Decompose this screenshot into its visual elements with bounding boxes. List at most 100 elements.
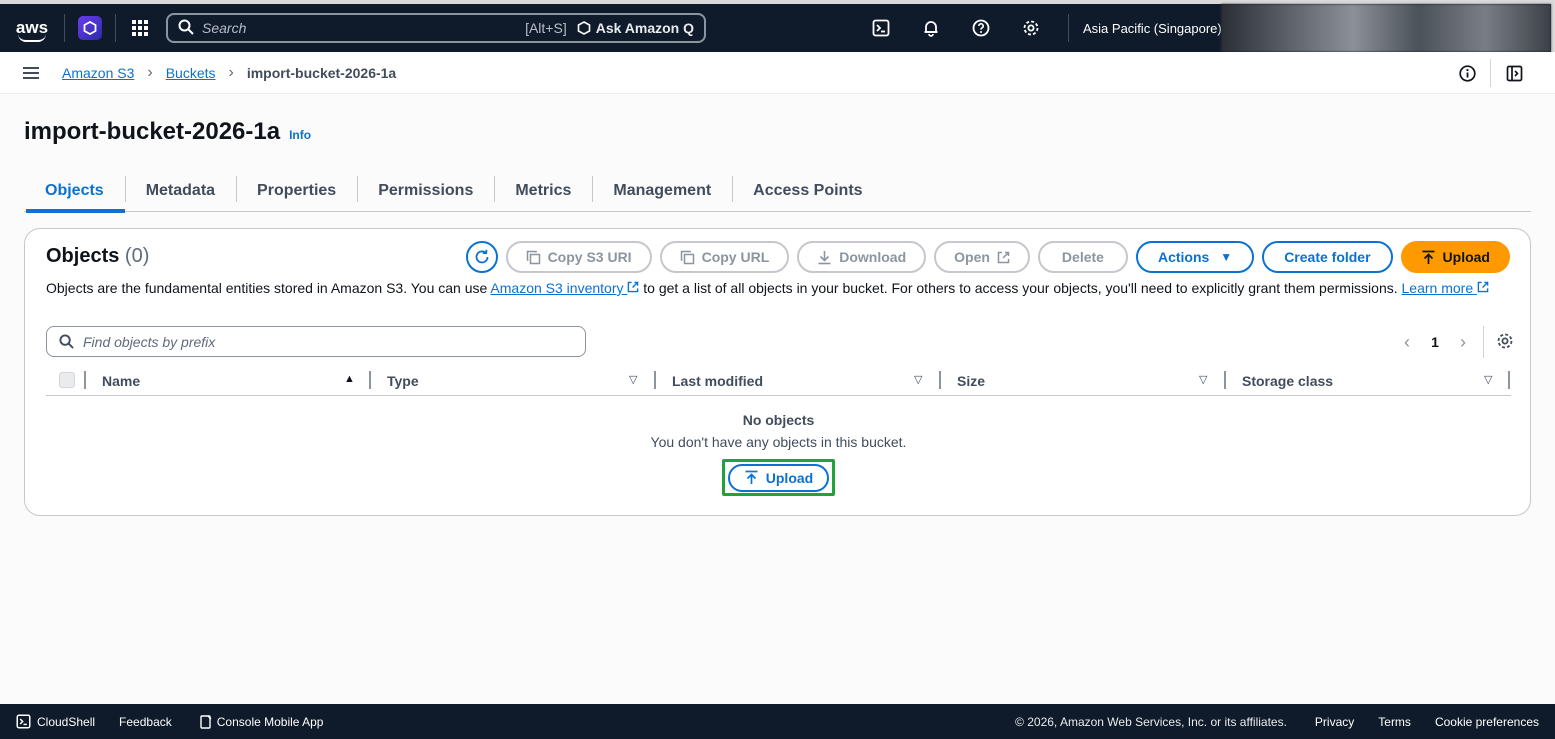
sort-icon[interactable]: ▽ — [629, 373, 637, 386]
menu-hamburger-icon[interactable] — [0, 66, 62, 80]
empty-upload-label: Upload — [765, 469, 814, 486]
tab-metadata[interactable]: Metadata — [124, 170, 236, 212]
column-size[interactable]: Size — [957, 367, 985, 395]
open-button[interactable]: Open — [934, 241, 1030, 273]
search-icon — [178, 19, 194, 38]
refresh-button[interactable] — [465, 241, 498, 273]
copyright-text: © 2026, Amazon Web Services, Inc. or its… — [1015, 714, 1287, 729]
mobile-app-icon — [200, 714, 212, 729]
aws-logo[interactable]: aws — [0, 4, 64, 52]
cloudshell-label: CloudShell — [37, 714, 96, 729]
page-title: import-bucket-2026-1a Info — [24, 118, 311, 146]
chevron-right-icon: › — [228, 63, 234, 81]
services-grid-icon[interactable] — [116, 4, 164, 52]
empty-upload-highlight: Upload — [722, 459, 835, 496]
actions-label: Actions — [1157, 249, 1210, 265]
help-icon[interactable] — [956, 4, 1006, 52]
search-icon — [59, 334, 74, 349]
select-all-checkbox[interactable] — [59, 372, 75, 388]
filter-placeholder: Find objects by prefix — [83, 333, 216, 350]
region-selector[interactable]: Asia Pacific (Singapore) ▼ — [1068, 14, 1241, 42]
search-shortcut: [Alt+S] — [525, 20, 567, 36]
chevron-right-icon[interactable]: › — [1449, 332, 1477, 353]
empty-title: No objects — [742, 412, 815, 428]
tab-access-points[interactable]: Access Points — [732, 170, 883, 212]
upload-icon — [1422, 250, 1435, 264]
learn-more-link[interactable]: Learn more — [1402, 280, 1489, 296]
sort-icon[interactable]: ▽ — [914, 373, 922, 386]
tab-properties[interactable]: Properties — [236, 170, 357, 212]
objects-table-header: Name ▲ Type ▽ Last modified ▽ Size ▽ Sto… — [46, 367, 1511, 396]
copy-s3-uri-label: Copy S3 URI — [547, 249, 632, 265]
delete-label: Delete — [1061, 249, 1104, 265]
page-number[interactable]: 1 — [1421, 334, 1449, 350]
privacy-link[interactable]: Privacy — [1315, 715, 1354, 729]
actions-dropdown-button[interactable]: Actions ▼ — [1135, 241, 1255, 273]
create-folder-label: Create folder — [1284, 249, 1371, 265]
sort-icon[interactable]: ▽ — [1199, 373, 1207, 386]
global-search-input[interactable]: Search [Alt+S] Ask Amazon Q — [166, 13, 706, 43]
settings-gear-icon[interactable] — [1006, 4, 1056, 52]
chevron-left-icon[interactable]: ‹ — [1393, 332, 1421, 353]
breadcrumb-amazon-s3[interactable]: Amazon S3 — [62, 65, 134, 81]
ask-amazon-q-label: Ask Amazon Q — [595, 20, 694, 36]
info-link[interactable]: Info — [289, 128, 311, 142]
delete-button[interactable]: Delete — [1037, 241, 1128, 273]
info-panel-icon[interactable] — [1444, 52, 1490, 94]
side-panel-icon[interactable] — [1491, 52, 1537, 94]
column-name[interactable]: Name — [102, 367, 140, 395]
cloudshell-footer-button[interactable]: CloudShell — [16, 714, 95, 729]
tab-metrics[interactable]: Metrics — [494, 170, 592, 212]
create-folder-button[interactable]: Create folder — [1262, 241, 1393, 273]
tab-management[interactable]: Management — [592, 170, 732, 212]
preferences-gear-icon[interactable] — [1496, 332, 1514, 353]
cloudshell-icon[interactable] — [856, 4, 906, 52]
refresh-icon — [475, 249, 488, 264]
upload-button[interactable]: Upload — [1400, 241, 1510, 273]
mobile-app-label: Console Mobile App — [216, 714, 324, 729]
external-link-icon — [997, 251, 1010, 263]
column-type[interactable]: Type — [387, 367, 419, 395]
feedback-link[interactable]: Feedback — [119, 715, 172, 729]
empty-upload-button[interactable]: Upload — [727, 463, 830, 492]
copy-url-button[interactable]: Copy URL — [659, 241, 790, 273]
objects-container: Objects (0) Copy S3 URI Copy URL Downloa… — [24, 228, 1531, 516]
amazon-s3-inventory-link[interactable]: Amazon S3 inventory — [490, 280, 639, 296]
terms-link[interactable]: Terms — [1378, 715, 1411, 729]
amazon-q-app-icon[interactable] — [65, 4, 115, 52]
copy-s3-uri-button[interactable]: Copy S3 URI — [505, 241, 652, 273]
sort-icon[interactable]: ▽ — [1484, 373, 1492, 386]
objects-title: Objects — [46, 245, 120, 267]
find-objects-input[interactable]: Find objects by prefix — [46, 326, 586, 357]
copy-icon — [680, 250, 694, 264]
description-text-2: to get a list of all objects in your buc… — [639, 280, 1402, 296]
account-menu-redacted[interactable] — [1221, 4, 1551, 52]
objects-description: Objects are the fundamental entities sto… — [46, 278, 1496, 299]
empty-message: You don't have any objects in this bucke… — [650, 434, 907, 450]
footer: CloudShell Feedback Console Mobile App ©… — [0, 704, 1555, 739]
region-label: Asia Pacific (Singapore) — [1083, 20, 1222, 36]
open-label: Open — [954, 249, 990, 265]
amazon-q-icon — [577, 21, 591, 35]
column-last-modified[interactable]: Last modified — [672, 367, 763, 395]
cookie-preferences-link[interactable]: Cookie preferences — [1435, 715, 1539, 729]
cloudshell-icon — [16, 714, 31, 729]
empty-state: No objects You don't have any objects in… — [25, 412, 1532, 450]
console-mobile-app-link[interactable]: Console Mobile App — [200, 714, 324, 729]
notifications-bell-icon[interactable] — [906, 4, 956, 52]
copy-url-label: Copy URL — [701, 249, 770, 265]
breadcrumb-buckets[interactable]: Buckets — [166, 65, 216, 81]
column-storage-class[interactable]: Storage class — [1242, 367, 1333, 395]
tab-permissions[interactable]: Permissions — [357, 170, 494, 212]
chevron-right-icon: › — [147, 63, 153, 81]
download-button[interactable]: Download — [797, 241, 927, 273]
ask-amazon-q-button[interactable]: Ask Amazon Q — [577, 20, 694, 36]
download-icon — [818, 250, 831, 264]
bucket-tabs: Objects Metadata Properties Permissions … — [24, 170, 1531, 213]
sort-ascending-icon[interactable]: ▲ — [344, 373, 355, 385]
top-navigation: aws Search [Alt+S] Ask Amazon Q Asia Pac… — [0, 0, 1555, 52]
tab-objects[interactable]: Objects — [24, 170, 125, 213]
copy-icon — [526, 250, 540, 264]
bucket-name-heading: import-bucket-2026-1a — [24, 118, 281, 145]
caret-down-icon: ▼ — [1220, 250, 1233, 264]
